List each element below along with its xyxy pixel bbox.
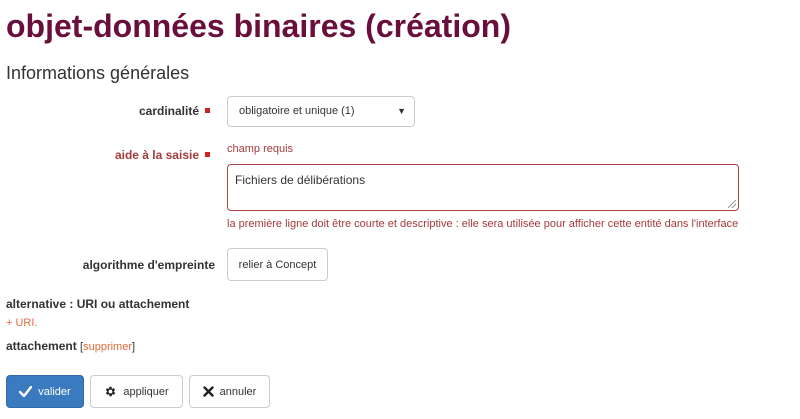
help-textarea-value: Fichiers de délibérations xyxy=(235,173,366,187)
apply-button[interactable]: appliquer xyxy=(90,375,183,408)
alternative-label: alternative : URI ou attachement xyxy=(6,297,190,311)
validate-button[interactable]: valider xyxy=(6,375,84,408)
required-marker xyxy=(205,108,210,114)
hash-algorithm-label: algorithme d'empreinte xyxy=(82,258,215,272)
required-marker xyxy=(205,152,210,158)
add-uri-link-row: + URI. xyxy=(6,313,37,331)
help-label: aide à la saisie xyxy=(114,148,199,162)
section-title: Informations générales xyxy=(6,63,190,83)
add-uri-link[interactable]: + URI. xyxy=(6,317,37,329)
attachment-row: attachement [supprimer] xyxy=(6,339,135,353)
resize-handle-icon[interactable] xyxy=(728,200,736,208)
check-icon xyxy=(19,386,33,397)
cardinality-label: cardinalité xyxy=(138,104,199,118)
page-title: objet-données binaires (création) xyxy=(6,8,511,44)
cancel-label: annuler xyxy=(219,385,257,398)
cardinality-label-row: cardinalité xyxy=(0,104,210,118)
cardinality-selected-value: obligatoire et unique (1) xyxy=(239,105,355,117)
help-textarea[interactable]: Fichiers de délibérations xyxy=(227,164,739,211)
help-hint-text: la première ligne doit être courte et de… xyxy=(227,218,739,230)
help-label-row: aide à la saisie xyxy=(0,148,210,162)
bracket-close: ] xyxy=(132,341,136,353)
link-to-concept-button[interactable]: relier à Concept xyxy=(227,248,328,281)
gear-icon xyxy=(104,385,117,398)
required-error-text: champ requis xyxy=(227,143,294,155)
caret-down-icon: ▼ xyxy=(397,106,406,116)
cardinality-select[interactable]: obligatoire et unique (1) ▼ xyxy=(227,96,415,127)
attachment-label: attachement xyxy=(6,339,77,353)
validate-label: valider xyxy=(38,385,71,398)
cancel-button[interactable]: annuler xyxy=(189,375,270,408)
close-icon xyxy=(202,386,214,397)
apply-label: appliquer xyxy=(123,385,169,398)
delete-attachment-link[interactable]: supprimer xyxy=(83,341,132,353)
